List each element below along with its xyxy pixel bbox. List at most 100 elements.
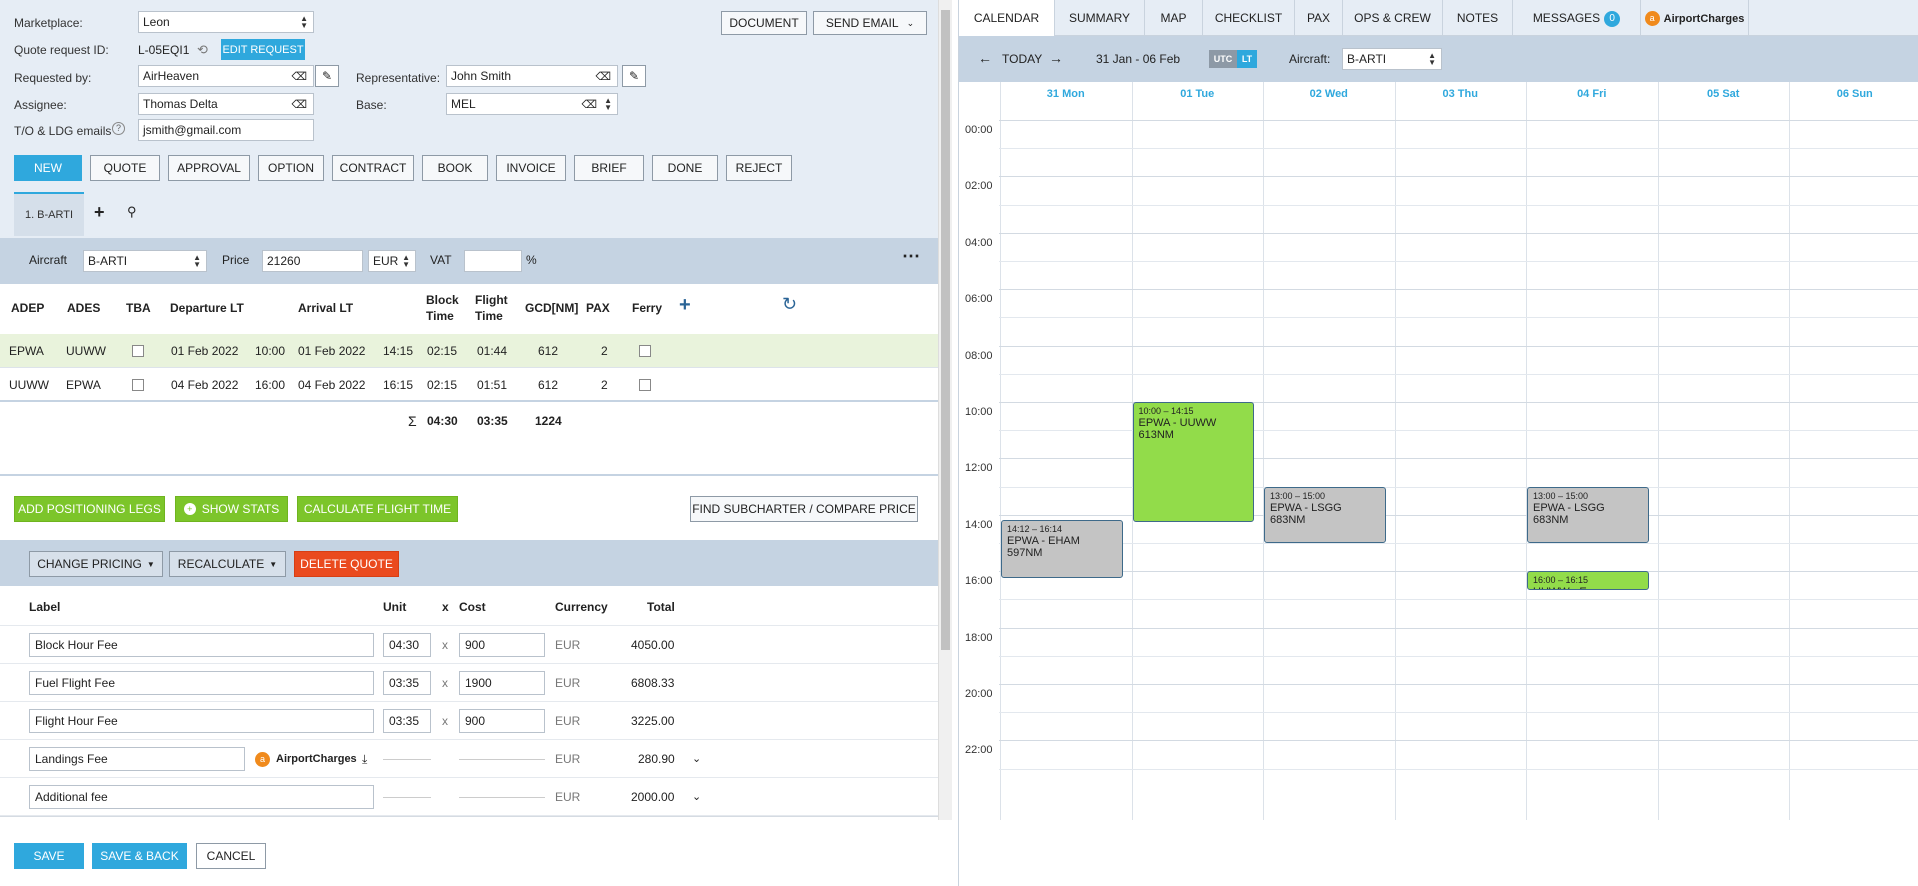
utc-toggle[interactable]: UTC — [1209, 50, 1237, 68]
leg-gcd: 612 — [538, 378, 559, 392]
add-leg-icon[interactable]: + — [679, 294, 691, 317]
status-button-approval[interactable]: APPROVAL — [168, 155, 250, 181]
leg-dep-time: 10:00 — [255, 344, 286, 358]
save-button[interactable]: SAVE — [14, 843, 84, 869]
representative-input[interactable]: John Smith ⌫ — [446, 65, 618, 87]
flight-event[interactable]: 16:00 – 16:15UUWW - E613NM — [1527, 571, 1649, 590]
clear-icon[interactable]: ⌫ — [291, 70, 307, 83]
flight-event[interactable]: 13:00 – 15:00 EPWA - LSGG 683NM — [1264, 486, 1386, 543]
time-label: 22:00 — [965, 744, 993, 757]
fee-label-input[interactable]: Block Hour Fee — [29, 633, 374, 657]
flight-event[interactable]: 14:12 – 16:14 EPWA - EHAM 597NM — [1001, 520, 1123, 578]
flight-event[interactable]: 13:00 – 15:00 EPWA - LSGG 683NM — [1527, 486, 1649, 543]
document-button[interactable]: DOCUMENT — [721, 11, 807, 35]
marketplace-select[interactable]: Leon ▲ ▼ — [138, 11, 314, 33]
airportcharges-logo-icon: a — [1644, 11, 1660, 27]
table-row[interactable]: UUWW EPWA 04 Feb 2022 16:00 04 Feb 2022 … — [0, 368, 938, 402]
fee-unit-input[interactable]: 03:35 — [383, 709, 431, 733]
status-button-contract[interactable]: CONTRACT — [332, 155, 414, 181]
hour-line — [999, 740, 1918, 742]
delete-quote-button[interactable]: DELETE QUOTE — [294, 551, 399, 577]
clear-icon[interactable]: ⌫ — [291, 98, 307, 111]
requested-by-input[interactable]: AirHeaven ⌫ — [138, 65, 314, 87]
status-button-done[interactable]: DONE — [652, 155, 718, 181]
lt-toggle[interactable]: LT — [1237, 50, 1257, 68]
fee-label-input[interactable]: Additional fee — [29, 785, 374, 809]
edit-request-button[interactable]: EDIT REQUEST — [221, 39, 305, 60]
fee-cost-input[interactable]: 1900 — [459, 671, 545, 695]
tba-checkbox[interactable] — [132, 345, 144, 357]
download-icon[interactable]: ⤓ — [362, 740, 367, 778]
tab-summary[interactable]: SUMMARY — [1055, 0, 1145, 36]
tab-pax[interactable]: PAX — [1295, 0, 1343, 36]
fee-label-input[interactable]: Flight Hour Fee — [29, 709, 374, 733]
multiply-sign: x — [442, 714, 448, 728]
today-button[interactable]: TODAY — [1002, 52, 1042, 66]
status-button-brief[interactable]: BRIEF — [574, 155, 644, 181]
hour-line — [999, 232, 1918, 234]
show-stats-button[interactable]: + SHOW STATS — [175, 496, 288, 522]
search-icon[interactable]: ⚲ — [127, 204, 137, 220]
currency-select[interactable]: EUR ▲ ▼ — [368, 250, 416, 272]
find-subcharter-button[interactable]: FIND SUBCHARTER / COMPARE PRICE — [690, 496, 918, 522]
refresh-icon[interactable]: ↻ — [782, 294, 797, 315]
send-email-button[interactable]: SEND EMAIL ⌄ — [813, 11, 927, 35]
edit-pencil-icon[interactable]: ✎ — [622, 65, 646, 87]
event-route: EPWA - LSGG — [1533, 501, 1605, 514]
scroll-thumb[interactable] — [941, 10, 950, 650]
status-button-book[interactable]: BOOK — [422, 155, 488, 181]
table-row[interactable]: EPWA UUWW 01 Feb 2022 10:00 01 Feb 2022 … — [0, 334, 938, 368]
day-header: 03 Thu — [1442, 88, 1478, 100]
add-aircraft-icon[interactable]: + — [94, 202, 105, 223]
arrow-left-icon[interactable]: ← — [978, 50, 992, 66]
info-icon[interactable]: ? — [112, 122, 125, 135]
status-button-invoice[interactable]: INVOICE — [496, 155, 566, 181]
status-button-quote[interactable]: QUOTE — [90, 155, 160, 181]
status-button-new[interactable]: NEW — [14, 155, 82, 181]
fee-cost-input[interactable]: 900 — [459, 633, 545, 657]
fee-label-input[interactable]: Landings Fee — [29, 747, 245, 771]
tab-messages[interactable]: MESSAGES 0 — [1513, 0, 1641, 36]
scrollbar[interactable] — [938, 0, 952, 820]
tab-airportcharges[interactable]: a AirportCharges — [1641, 0, 1749, 36]
history-icon[interactable]: ⟲ — [197, 42, 208, 58]
flight-event[interactable]: 10:00 – 14:15 EPWA - UUWW 613NM — [1132, 402, 1254, 522]
fee-label-input[interactable]: Fuel Flight Fee — [29, 671, 374, 695]
fee-cost-input[interactable]: 900 — [459, 709, 545, 733]
chevron-down-icon[interactable]: ⌄ — [692, 740, 701, 778]
clear-icon[interactable]: ⌫ — [581, 98, 597, 111]
tab-notes[interactable]: NOTES — [1443, 0, 1513, 36]
change-pricing-button[interactable]: CHANGE PRICING ▼ — [29, 551, 163, 577]
save-and-back-button[interactable]: SAVE & BACK — [92, 843, 187, 869]
status-button-option[interactable]: OPTION — [258, 155, 324, 181]
tab-checklist[interactable]: CHECKLIST — [1203, 0, 1295, 36]
status-button-reject[interactable]: REJECT — [726, 155, 792, 181]
ferry-checkbox[interactable] — [639, 379, 651, 391]
arrow-right-icon[interactable]: → — [1049, 50, 1063, 66]
tab-ops-crew[interactable]: OPS & CREW — [1343, 0, 1443, 36]
recalculate-button[interactable]: RECALCULATE ▼ — [169, 551, 286, 577]
price-input[interactable]: 21260 — [262, 250, 363, 272]
emails-input[interactable]: jsmith@gmail.com — [138, 119, 314, 141]
col-label: Label — [29, 600, 61, 614]
tab-aircraft-1[interactable]: 1. B-ARTI — [14, 192, 84, 236]
fee-unit-input[interactable]: 04:30 — [383, 633, 431, 657]
aircraft-select[interactable]: B-ARTI ▲ ▼ — [83, 250, 207, 272]
clear-icon[interactable]: ⌫ — [595, 70, 611, 83]
more-options-icon[interactable]: ⋯ — [902, 246, 921, 267]
tba-checkbox[interactable] — [132, 379, 144, 391]
base-select[interactable]: MEL ⌫ ▲ ▼ — [446, 93, 618, 115]
tab-map[interactable]: MAP — [1145, 0, 1203, 36]
fee-unit-input[interactable]: 03:35 — [383, 671, 431, 695]
ferry-checkbox[interactable] — [639, 345, 651, 357]
day-header: 04 Fri — [1577, 88, 1607, 100]
assignee-input[interactable]: Thomas Delta ⌫ — [138, 93, 314, 115]
cancel-button[interactable]: CANCEL — [196, 843, 266, 869]
edit-pencil-icon[interactable]: ✎ — [315, 65, 339, 87]
add-positioning-legs-button[interactable]: ADD POSITIONING LEGS — [14, 496, 165, 522]
vat-input[interactable] — [464, 250, 522, 272]
calendar-aircraft-select[interactable]: B-ARTI ▲ ▼ — [1342, 48, 1442, 70]
tab-calendar[interactable]: CALENDAR — [959, 0, 1055, 37]
calculate-flight-time-button[interactable]: CALCULATE FLIGHT TIME — [297, 496, 458, 522]
chevron-down-icon[interactable]: ⌄ — [692, 778, 701, 816]
